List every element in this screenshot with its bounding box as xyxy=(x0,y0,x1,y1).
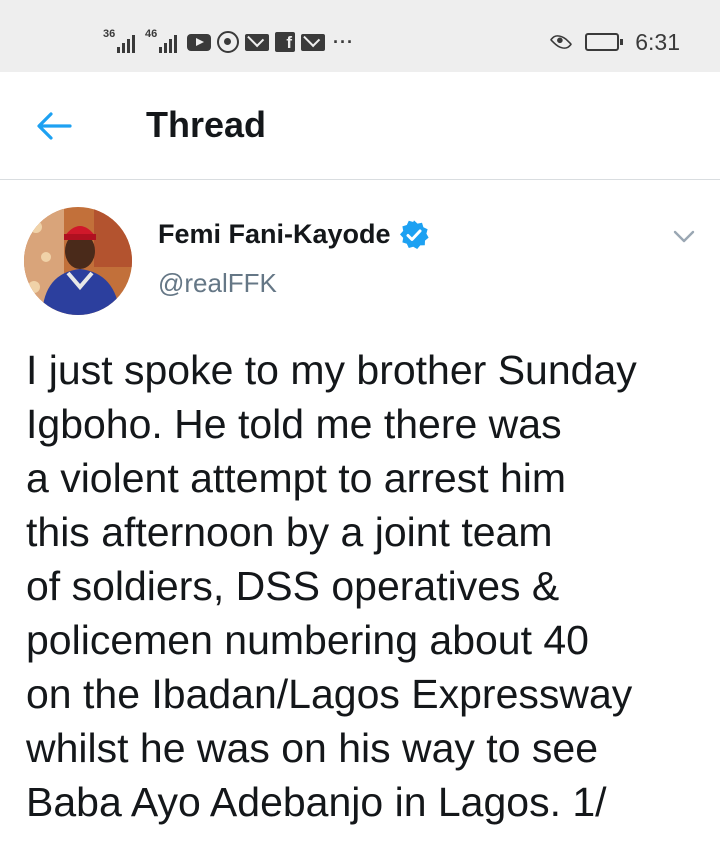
facebook-icon: f xyxy=(275,32,295,52)
signal-icon: 36 xyxy=(103,29,139,55)
mail-icon xyxy=(301,33,325,51)
signal-icon: 46 xyxy=(145,29,181,55)
back-button[interactable] xyxy=(30,104,78,148)
page-title: Thread xyxy=(146,104,267,145)
status-bar: 36 46 f ··· 6:31 xyxy=(0,0,720,72)
eye-icon xyxy=(549,30,573,54)
network-type-label: 36 xyxy=(103,28,116,40)
battery-icon xyxy=(585,33,624,51)
mail-icon xyxy=(245,33,269,51)
tweet: Femi Fani-Kayode @realFFK I just spoke t… xyxy=(0,181,720,862)
status-bar-left: 36 46 f ··· xyxy=(103,27,354,57)
whatsapp-icon xyxy=(217,31,239,53)
clock: 6:31 xyxy=(635,28,680,55)
more-icon: ··· xyxy=(333,31,354,52)
avatar[interactable] xyxy=(24,207,132,315)
author-name[interactable]: Femi Fani-Kayode xyxy=(158,219,391,250)
chevron-down-icon xyxy=(673,230,695,243)
verified-badge-icon xyxy=(399,219,429,249)
arrow-left-icon xyxy=(37,112,72,140)
tweet-text: I just spoke to my brother Sunday Igboho… xyxy=(26,347,637,825)
author-handle[interactable]: @realFFK xyxy=(158,268,277,299)
thread-header: Thread xyxy=(0,72,720,180)
tweet-options-button[interactable] xyxy=(668,221,700,253)
youtube-icon xyxy=(187,33,211,51)
network-type-label: 46 xyxy=(145,28,158,40)
author[interactable]: Femi Fani-Kayode xyxy=(158,219,429,250)
status-bar-right: 6:31 xyxy=(549,26,680,58)
